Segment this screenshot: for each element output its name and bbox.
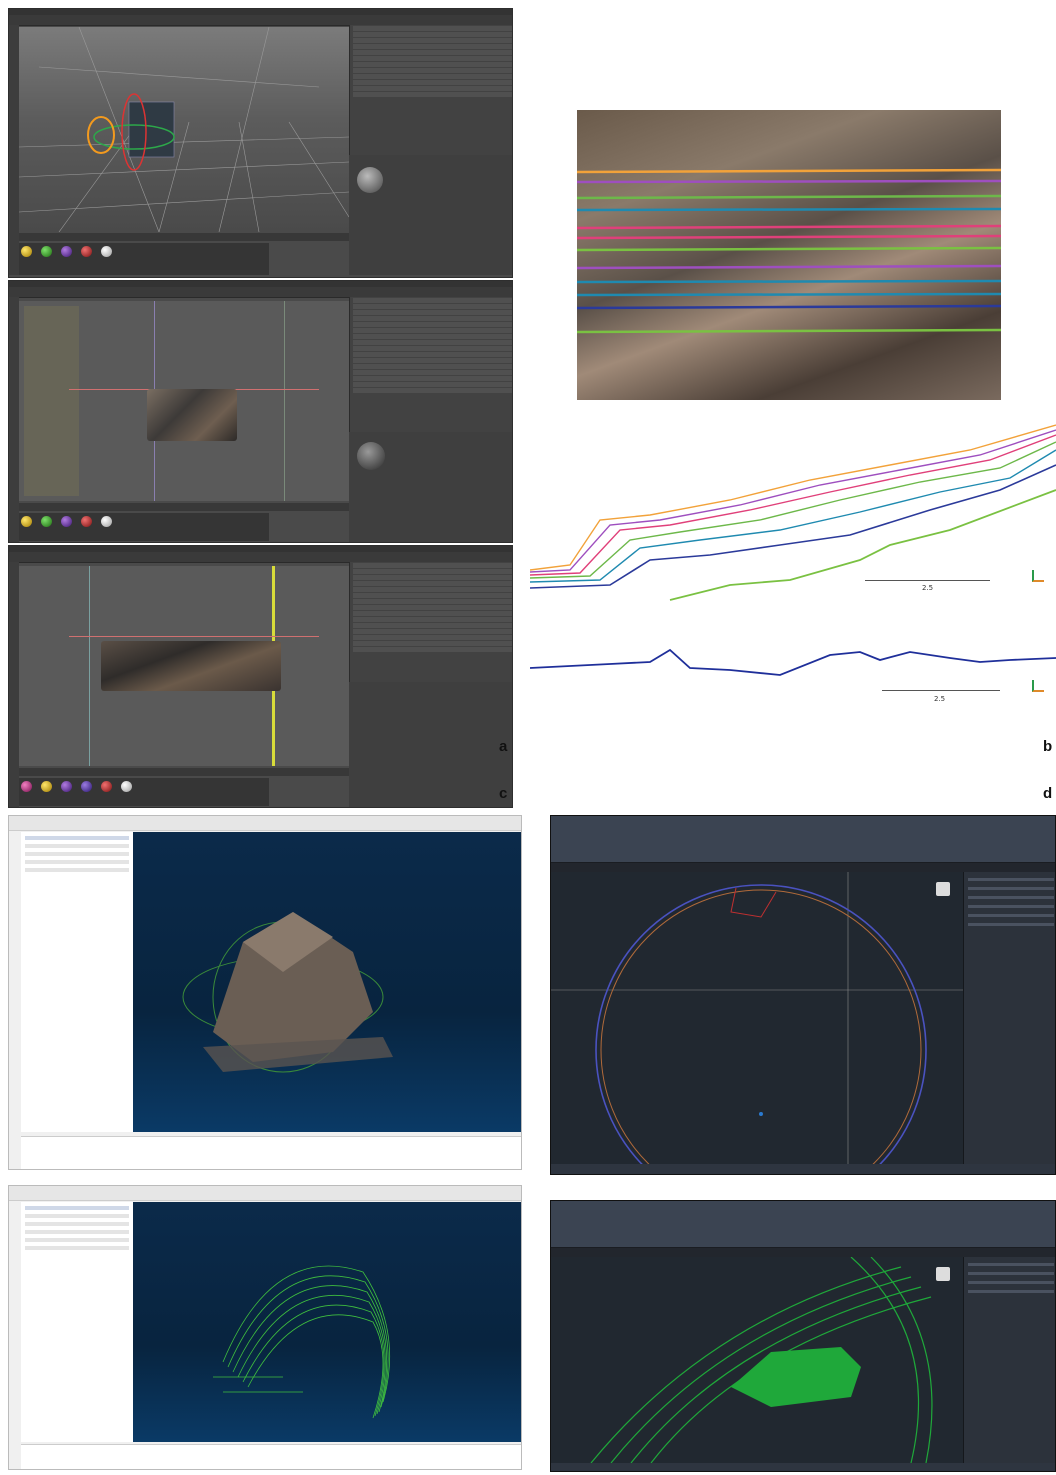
console	[21, 1444, 521, 1469]
autocad-window-2	[550, 1200, 1056, 1472]
left-toolbar[interactable]	[9, 25, 19, 275]
db-tree[interactable]	[21, 1202, 134, 1442]
label-d: d	[1043, 785, 1053, 802]
timeline[interactable]	[19, 768, 349, 776]
properties-palette[interactable]	[963, 1257, 1055, 1463]
object-manager[interactable]	[349, 562, 512, 682]
stone-mesh	[101, 641, 281, 691]
c4d-window-2	[8, 280, 513, 543]
label-c: c	[499, 785, 508, 802]
status-bar[interactable]	[551, 1463, 1055, 1471]
c4d-window-1	[8, 8, 513, 278]
material-purple[interactable]	[61, 781, 73, 792]
db-tree[interactable]	[21, 832, 134, 1132]
material-purple[interactable]	[61, 516, 73, 527]
3d-view[interactable]	[133, 832, 521, 1132]
material-purple[interactable]	[61, 246, 73, 257]
axis-gizmo-icon	[1032, 570, 1044, 582]
properties-palette[interactable]	[963, 872, 1055, 1164]
label-b: b	[1043, 738, 1053, 755]
orthophoto-with-section-lines	[577, 110, 1001, 400]
timeline[interactable]	[19, 503, 349, 511]
console	[21, 1136, 521, 1169]
axis-gizmo-icon	[1032, 680, 1044, 692]
stone-mesh	[147, 389, 237, 441]
material-red[interactable]	[101, 781, 113, 792]
ribbon[interactable]	[551, 816, 1055, 863]
material-violet[interactable]	[81, 781, 93, 792]
material-red[interactable]	[81, 516, 93, 527]
material-preview-sphere	[357, 167, 383, 193]
drawing-area[interactable]	[551, 1256, 963, 1464]
viewport-3d[interactable]	[18, 26, 350, 233]
object-manager[interactable]	[349, 297, 512, 432]
ribbon[interactable]	[551, 1201, 1055, 1248]
material-manager[interactable]	[19, 243, 269, 275]
status-bar[interactable]	[551, 1164, 1055, 1174]
perspective-grid	[18, 26, 350, 233]
material-yellow[interactable]	[21, 516, 32, 527]
cloudcompare-window-2	[8, 1185, 522, 1470]
attribute-manager[interactable]	[349, 432, 512, 542]
object-manager[interactable]	[349, 25, 512, 155]
material-white[interactable]	[101, 516, 113, 527]
stacked-profiles: 2.5	[529, 420, 1056, 610]
material-yellow[interactable]	[21, 246, 32, 257]
material-yellow[interactable]	[41, 781, 53, 792]
material-manager[interactable]	[19, 778, 269, 806]
left-toolbar[interactable]	[9, 297, 19, 542]
autocad-window-1	[550, 815, 1056, 1175]
material-green[interactable]	[41, 516, 53, 527]
viewport-front[interactable]	[19, 301, 349, 501]
left-toolbar[interactable]	[9, 562, 19, 807]
material-preview-sphere	[357, 442, 385, 470]
label-a: a	[499, 738, 508, 755]
material-pink[interactable]	[21, 781, 32, 792]
single-profile: 2.5	[529, 640, 1056, 720]
drawing-area[interactable]	[551, 872, 963, 1174]
material-white[interactable]	[121, 781, 133, 792]
material-manager[interactable]	[19, 513, 269, 541]
material-red[interactable]	[81, 246, 93, 257]
scale-label-bottom: 2.5	[934, 695, 946, 703]
material-green[interactable]	[41, 246, 53, 257]
scale-label-top: 2.5	[922, 584, 934, 592]
toolbar[interactable]	[9, 1186, 521, 1201]
viewcube-icon[interactable]	[936, 1267, 950, 1281]
attribute-manager[interactable]	[349, 682, 512, 807]
attribute-manager[interactable]	[349, 155, 512, 275]
viewport-front[interactable]	[19, 566, 349, 766]
3d-view[interactable]	[133, 1202, 521, 1442]
toolbar[interactable]	[9, 816, 521, 831]
timeline[interactable]	[19, 233, 349, 241]
c4d-window-3	[8, 545, 513, 808]
material-white[interactable]	[101, 246, 113, 257]
cloudcompare-window-1	[8, 815, 522, 1170]
viewcube-icon[interactable]	[936, 882, 950, 896]
